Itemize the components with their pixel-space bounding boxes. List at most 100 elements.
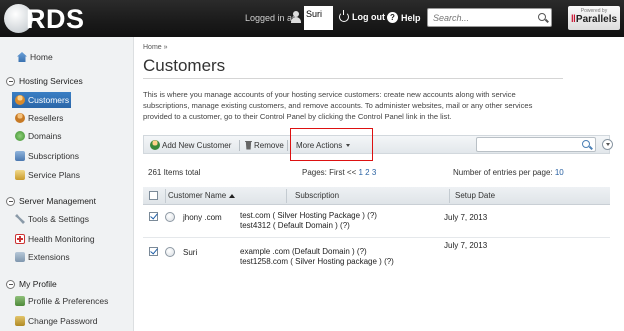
global-search	[427, 8, 552, 27]
collapse-icon	[6, 279, 15, 289]
sidebar-item-health-monitoring[interactable]: Health Monitoring	[0, 231, 133, 247]
list-search-field[interactable]	[476, 137, 596, 152]
trash-icon	[245, 140, 252, 150]
items-total: 261 Items total	[148, 168, 201, 177]
filter-toggle-button[interactable]	[602, 139, 613, 150]
sidebar-group-server-management[interactable]: Server Management	[6, 194, 96, 208]
help-icon: ?	[387, 12, 398, 23]
power-icon	[339, 10, 349, 22]
user-icon	[291, 11, 301, 23]
key-icon	[15, 316, 25, 326]
subscription-line[interactable]: test.com ( Silver Hosting Package ) (?)	[240, 211, 377, 221]
sidebar: Home Hosting Services Customers Reseller…	[0, 37, 134, 331]
service-plans-icon	[15, 170, 25, 180]
setup-date: July 7, 2013	[444, 241, 488, 250]
toolbar-separator	[287, 140, 288, 151]
collapse-icon	[6, 196, 15, 206]
highlight-box	[290, 128, 373, 161]
column-separator	[165, 189, 166, 203]
sidebar-item-resellers[interactable]: Resellers	[0, 110, 133, 126]
sidebar-item-label: Customers	[28, 95, 70, 105]
column-customer-name[interactable]: Customer Name	[168, 191, 236, 200]
sidebar-group-label: Server Management	[19, 196, 97, 206]
sidebar-group-my-profile[interactable]: My Profile	[6, 277, 57, 291]
home-icon	[17, 52, 27, 62]
add-user-icon	[150, 140, 160, 150]
collapse-icon	[6, 76, 15, 86]
sidebar-item-extensions[interactable]: Extensions	[0, 249, 133, 265]
logo-text: RDS	[26, 4, 85, 34]
pagination: Pages: First << 1 2 3	[302, 168, 376, 177]
column-subscription[interactable]: Subscription	[295, 191, 339, 200]
setup-date: July 7, 2013	[444, 213, 488, 222]
logout-button[interactable]: Log out	[339, 10, 385, 22]
sidebar-item-label: Resellers	[28, 113, 64, 123]
sidebar-item-subscriptions[interactable]: Subscriptions	[0, 148, 133, 164]
sidebar-item-label: Extensions	[28, 252, 70, 262]
sidebar-item-domains[interactable]: Domains	[0, 128, 133, 144]
search-icon[interactable]	[538, 13, 546, 21]
title-divider	[143, 78, 563, 79]
sidebar-group-label: Hosting Services	[19, 76, 83, 86]
parallels-brand: ‖Parallels	[570, 14, 618, 25]
globe-icon	[15, 131, 25, 141]
resellers-icon	[15, 113, 25, 123]
profile-icon	[15, 296, 25, 306]
column-setup-date[interactable]: Setup Date	[455, 191, 495, 200]
add-new-customer-button[interactable]: Add New Customer	[150, 139, 231, 151]
powered-by-label: Powered by	[580, 8, 608, 14]
page-description: This is where you manage accounts of you…	[143, 90, 533, 121]
sidebar-item-label: Home	[30, 52, 53, 62]
global-search-input[interactable]	[428, 9, 528, 26]
sidebar-item-label: Domains	[28, 131, 62, 141]
sort-ascending-icon	[229, 193, 236, 198]
customer-name[interactable]: jhony .com	[183, 213, 222, 223]
sidebar-item-label: Service Plans	[28, 170, 80, 180]
remove-button[interactable]: Remove	[245, 139, 284, 151]
sidebar-item-profile-preferences[interactable]: Profile & Preferences	[0, 293, 133, 309]
row-checkbox[interactable]	[149, 212, 158, 221]
page-title: Customers	[143, 56, 226, 75]
breadcrumb[interactable]: Home »	[143, 44, 168, 51]
customers-icon	[15, 95, 25, 105]
customer-name[interactable]: Suri	[183, 248, 197, 258]
status-icon	[165, 212, 175, 222]
entries-per-page-label: Number of entries per page:	[453, 168, 553, 177]
rds-logo[interactable]: RDS	[4, 3, 92, 34]
entries-per-page-value[interactable]: 10	[555, 168, 564, 177]
column-separator	[286, 189, 287, 203]
toolbar-separator	[239, 140, 240, 151]
extensions-icon	[15, 252, 25, 262]
logged-in-label: Logged in as	[245, 13, 297, 23]
sidebar-item-tools-settings[interactable]: Tools & Settings	[0, 211, 133, 227]
sidebar-item-label: Profile & Preferences	[28, 296, 109, 306]
sidebar-item-label: Change Password	[28, 316, 98, 326]
health-icon	[15, 234, 25, 244]
help-label: Help	[401, 12, 421, 23]
page-links[interactable]: 1 2 3	[358, 168, 376, 177]
pages-label: Pages: First <<	[302, 168, 357, 177]
sidebar-item-home[interactable]: Home	[0, 49, 133, 65]
select-all-checkbox[interactable]	[149, 191, 158, 200]
subscription-line[interactable]: test1258.com ( Silver Hosting package ) …	[240, 257, 394, 267]
table-header: Customer Name Subscription Setup Date	[143, 187, 610, 205]
sidebar-item-service-plans[interactable]: Service Plans	[0, 167, 133, 183]
add-new-customer-label: Add New Customer	[162, 140, 232, 150]
sidebar-group-hosting-services[interactable]: Hosting Services	[6, 74, 83, 88]
current-user-name[interactable]: Suri	[304, 6, 333, 30]
search-icon[interactable]	[582, 140, 590, 148]
help-button[interactable]: ? Help	[387, 12, 421, 23]
parallels-badge: Powered by ‖Parallels	[568, 6, 620, 30]
subscription-line[interactable]: test4312 ( Default Domain ) (?)	[240, 221, 350, 231]
sidebar-item-change-password[interactable]: Change Password	[0, 313, 133, 329]
entries-per-page: Number of entries per page: 10	[453, 168, 564, 177]
top-bar: RDS Logged in as Suri Log out ? Help Pow…	[0, 0, 624, 37]
row-checkbox[interactable]	[149, 247, 158, 256]
sidebar-item-customers[interactable]: Customers	[12, 92, 71, 108]
sidebar-item-label: Health Monitoring	[28, 234, 95, 244]
status-icon	[165, 247, 175, 257]
column-separator	[449, 189, 450, 203]
tools-icon	[15, 214, 25, 224]
main-content: Home » Customers This is where you manag…	[134, 37, 624, 331]
subscription-line[interactable]: example .com (Default Domain ) (?)	[240, 247, 367, 257]
